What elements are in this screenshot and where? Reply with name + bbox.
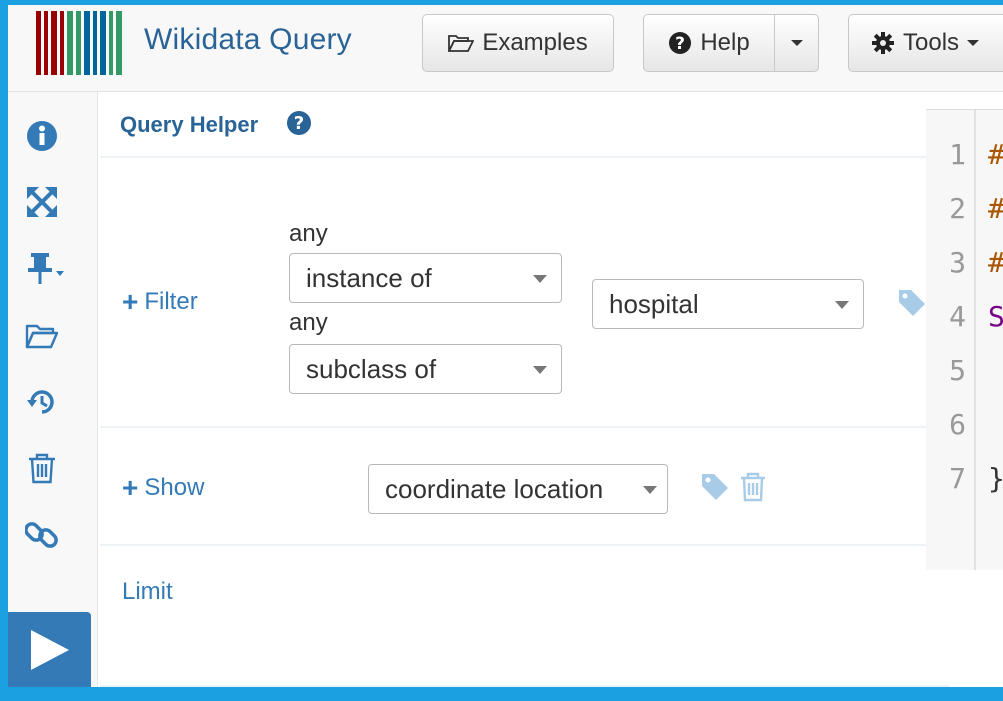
help-button[interactable]: ? Help — [643, 14, 775, 72]
property-select-instance-of[interactable]: instance of — [289, 253, 562, 303]
line-number: 7 — [949, 462, 966, 495]
caret-down-icon — [967, 40, 980, 46]
folder-open-icon — [25, 324, 59, 349]
value-select-text: hospital — [609, 288, 699, 319]
line-number: 6 — [949, 408, 966, 441]
code-line: } — [988, 462, 1003, 495]
property-select-value: coordinate location — [385, 473, 604, 504]
expand-button[interactable] — [24, 184, 60, 220]
folder-open-icon — [448, 35, 475, 52]
line-number: 1 — [949, 138, 966, 171]
value-select-hospital[interactable]: hospital — [592, 279, 864, 329]
limit-label: Limit — [122, 578, 173, 605]
property-select-value: instance of — [306, 262, 432, 293]
app-frame: Wikidata Query Examples ? Help Tools Que… — [8, 5, 1003, 687]
limit-link[interactable]: Limit — [122, 578, 173, 606]
trash-icon — [29, 453, 55, 484]
gear-icon — [872, 32, 894, 54]
caret-down-icon — [643, 486, 657, 494]
tag-icon[interactable] — [700, 472, 730, 502]
line-number: 4 — [949, 300, 966, 333]
help-dropdown-toggle[interactable] — [774, 14, 819, 72]
code-line: # — [988, 246, 1003, 279]
line-number: 2 — [949, 192, 966, 225]
navbar: Wikidata Query Examples ? Help Tools — [8, 5, 1003, 92]
help-label: Help — [700, 29, 750, 56]
caret-down-icon — [790, 40, 803, 46]
code-line: # — [988, 192, 1003, 225]
question-circle-icon: ? — [669, 32, 692, 54]
limit-section: Limit — [100, 546, 950, 687]
question-circle-icon[interactable]: ? — [286, 110, 312, 136]
history-icon — [27, 390, 54, 414]
prefixes-button[interactable] — [24, 250, 68, 286]
pin-icon — [28, 253, 64, 284]
tools-label: Tools — [903, 29, 960, 56]
line-number-gutter: 1 2 3 4 5 6 7 — [926, 110, 976, 570]
code-editor[interactable]: 1 2 3 4 5 6 7 # # # S } — [926, 109, 1003, 570]
show-label: Show — [144, 474, 205, 501]
svg-text:?: ? — [675, 34, 685, 54]
play-icon — [30, 629, 69, 670]
show-link[interactable]: + Show — [122, 474, 204, 502]
filter-label: Filter — [144, 288, 198, 315]
trash-icon[interactable] — [740, 472, 766, 502]
tools-button[interactable]: Tools — [848, 14, 1003, 72]
filter-link[interactable]: + Filter — [122, 288, 198, 316]
query-helper-header: Query Helper ? — [100, 92, 950, 158]
property-select-subclass-of[interactable]: subclass of — [289, 344, 562, 394]
examples-label: Examples — [482, 29, 588, 56]
line-number: 5 — [949, 354, 966, 387]
open-query-button[interactable] — [24, 318, 60, 354]
wikidata-logo[interactable] — [36, 11, 128, 75]
info-icon — [27, 121, 57, 151]
share-link-button[interactable] — [24, 516, 60, 552]
examples-button[interactable]: Examples — [422, 14, 614, 72]
property-select-value: subclass of — [306, 353, 437, 384]
clear-button[interactable] — [24, 450, 60, 486]
property-select-coordinate-location[interactable]: coordinate location — [368, 464, 668, 514]
code-line: # — [988, 138, 1003, 171]
run-query-button[interactable] — [8, 612, 91, 687]
query-helper-title: Query Helper — [120, 112, 259, 137]
plus-icon: + — [122, 286, 139, 317]
code-line: S — [988, 300, 1003, 333]
line-number: 3 — [949, 246, 966, 279]
plus-icon: + — [122, 472, 139, 503]
caret-down-icon — [835, 301, 849, 309]
tag-icon[interactable] — [897, 288, 927, 318]
any-label-2: any — [289, 309, 328, 336]
history-button[interactable] — [24, 384, 60, 420]
brand-title[interactable]: Wikidata Query — [144, 23, 352, 57]
any-label-1: any — [289, 220, 328, 247]
svg-text:?: ? — [294, 113, 304, 134]
link-icon — [25, 522, 58, 548]
info-button[interactable] — [24, 118, 60, 154]
filter-section: + Filter any instance of any subclass of… — [100, 158, 950, 428]
caret-down-icon — [533, 275, 547, 283]
caret-down-icon — [533, 366, 547, 374]
expand-icon — [27, 187, 57, 217]
editor-toolbar — [8, 92, 98, 687]
show-section: + Show coordinate location — [100, 428, 950, 546]
